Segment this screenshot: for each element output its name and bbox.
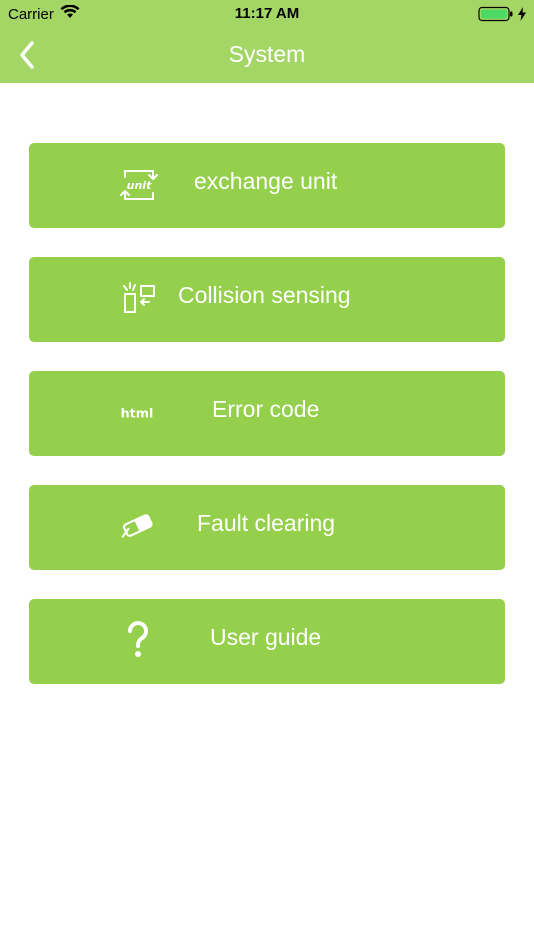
charging-bolt-icon [518, 7, 526, 25]
collision-sensing-button[interactable]: Collision sensing [29, 257, 505, 342]
error-code-button[interactable]: html Error code [29, 371, 505, 456]
exchange-unit-button[interactable]: unit exchange unit [29, 143, 505, 228]
system-menu: unit exchange unit Collision sensing htm… [29, 143, 505, 713]
menu-item-label: Collision sensing [178, 282, 351, 308]
eraser-icon [118, 506, 158, 546]
unit-exchange-icon: unit [119, 165, 159, 205]
menu-item-label: Error code [212, 396, 320, 422]
status-time: 11:17 AM [234, 5, 300, 22]
status-bar: Carrier 11:17 AM [0, 0, 534, 28]
user-guide-button[interactable]: User guide [29, 599, 505, 684]
menu-item-label: exchange unit [194, 168, 338, 194]
battery-icon [478, 6, 514, 26]
menu-item-label: User guide [210, 624, 322, 650]
nav-bar: System [0, 28, 534, 83]
question-icon [118, 619, 158, 659]
collision-icon [119, 278, 159, 318]
page-title: System [228, 41, 306, 67]
svg-text:html: html [121, 406, 154, 421]
svg-text:unit: unit [127, 179, 152, 192]
status-right [478, 6, 526, 26]
fault-clearing-button[interactable]: Fault clearing [29, 485, 505, 570]
html-icon: html [117, 393, 157, 433]
menu-item-label: Fault clearing [197, 510, 336, 536]
